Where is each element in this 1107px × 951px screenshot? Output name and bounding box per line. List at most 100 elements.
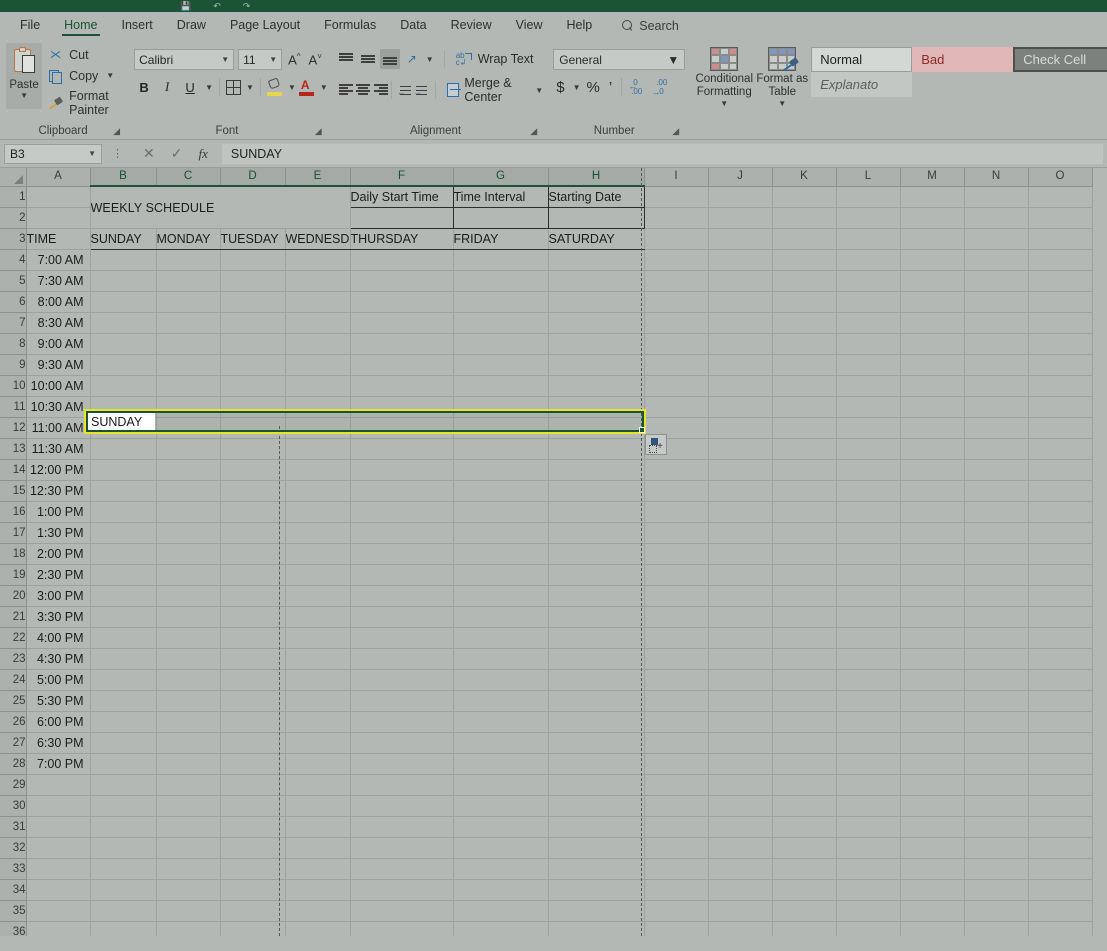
time-cell-10[interactable]: 10:00 AM (26, 375, 91, 397)
cell-l3[interactable] (836, 228, 901, 250)
cell-g5[interactable] (453, 270, 549, 292)
cell-f30[interactable] (350, 795, 454, 817)
cell-d31[interactable] (220, 816, 286, 838)
day-header-saturday[interactable]: SATURDAY (548, 228, 645, 250)
tab-formulas[interactable]: Formulas (312, 12, 388, 39)
cell-f27[interactable] (350, 732, 454, 754)
cell-o36[interactable] (1028, 921, 1093, 936)
cell-e35[interactable] (285, 900, 351, 922)
cell-m23[interactable] (900, 648, 965, 670)
cell-k7[interactable] (772, 312, 837, 334)
cell-b14[interactable] (90, 459, 157, 481)
column-header-f[interactable]: F (350, 168, 454, 187)
cell-e25[interactable] (285, 690, 351, 712)
cell-a30[interactable] (26, 795, 91, 817)
cell-k6[interactable] (772, 291, 837, 313)
row-header-34[interactable]: 34 (0, 879, 27, 901)
cell-e5[interactable] (285, 270, 351, 292)
column-header-c[interactable]: C (156, 168, 221, 187)
cell-o15[interactable] (1028, 480, 1093, 502)
cell-m33[interactable] (900, 858, 965, 880)
cell-k34[interactable] (772, 879, 837, 901)
column-header-h[interactable]: H (548, 168, 645, 187)
cell-e36[interactable] (285, 921, 351, 936)
cell-n16[interactable] (964, 501, 1029, 523)
time-cell-22[interactable]: 4:00 PM (26, 627, 91, 649)
chevron-down-icon[interactable]: ▼ (205, 83, 213, 92)
cell-n5[interactable] (964, 270, 1029, 292)
cell-j31[interactable] (708, 816, 773, 838)
column-header-d[interactable]: D (220, 168, 286, 187)
cell-o24[interactable] (1028, 669, 1093, 691)
cell-n34[interactable] (964, 879, 1029, 901)
row-header-2[interactable]: 2 (0, 207, 27, 229)
confirm-edit-icon[interactable]: ✓ (171, 145, 183, 162)
cell-g6[interactable] (453, 291, 549, 313)
cell-k2[interactable] (772, 207, 837, 229)
cell-o11[interactable] (1028, 396, 1093, 418)
cell-n7[interactable] (964, 312, 1029, 334)
cell-b20[interactable] (90, 585, 157, 607)
cell-f21[interactable] (350, 606, 454, 628)
cell-d30[interactable] (220, 795, 286, 817)
cell-k20[interactable] (772, 585, 837, 607)
time-cell-12[interactable]: 11:00 AM (26, 417, 91, 439)
cell-d6[interactable] (220, 291, 286, 313)
cell-o22[interactable] (1028, 627, 1093, 649)
font-name-select[interactable]: Calibri ▼ (134, 49, 235, 70)
param-value-h2[interactable] (547, 207, 645, 229)
cell-b28[interactable] (90, 753, 157, 775)
tab-help[interactable]: Help (555, 12, 605, 39)
cell-i27[interactable] (644, 732, 709, 754)
cell-j3[interactable] (708, 228, 773, 250)
cell-l22[interactable] (836, 627, 901, 649)
time-cell-9[interactable]: 9:30 AM (26, 354, 91, 376)
clipboard-dialog-launcher[interactable]: ◢ (113, 127, 122, 136)
cell-g31[interactable] (453, 816, 549, 838)
row-header-36[interactable]: 36 (0, 921, 27, 936)
cell-n13[interactable] (964, 438, 1029, 460)
cell-b9[interactable] (90, 354, 157, 376)
align-middle-icon[interactable] (358, 49, 378, 69)
cell-j13[interactable] (708, 438, 773, 460)
row-header-20[interactable]: 20 (0, 585, 27, 607)
cell-h28[interactable] (548, 753, 645, 775)
cell-m25[interactable] (900, 690, 965, 712)
time-cell-24[interactable]: 5:00 PM (26, 669, 91, 691)
cell-f12[interactable] (350, 417, 454, 439)
row-header-33[interactable]: 33 (0, 858, 27, 880)
cell-o35[interactable] (1028, 900, 1093, 922)
cell-b27[interactable] (90, 732, 157, 754)
cell-a34[interactable] (26, 879, 91, 901)
row-header-21[interactable]: 21 (0, 606, 27, 628)
cell-c14[interactable] (156, 459, 221, 481)
cell-b35[interactable] (90, 900, 157, 922)
cell-f15[interactable] (350, 480, 454, 502)
cell-m31[interactable] (900, 816, 965, 838)
cell-m7[interactable] (900, 312, 965, 334)
row-header-4[interactable]: 4 (0, 249, 27, 271)
column-header-k[interactable]: K (772, 168, 837, 187)
cell-f24[interactable] (350, 669, 454, 691)
bold-button[interactable]: B (134, 77, 154, 97)
cell-n9[interactable] (964, 354, 1029, 376)
time-cell-23[interactable]: 4:30 PM (26, 648, 91, 670)
cell-k27[interactable] (772, 732, 837, 754)
cell-a31[interactable] (26, 816, 91, 838)
row-header-9[interactable]: 9 (0, 354, 27, 376)
chevron-down-icon[interactable]: ▼ (573, 83, 581, 92)
cell-k16[interactable] (772, 501, 837, 523)
cell-j5[interactable] (708, 270, 773, 292)
cell-j30[interactable] (708, 795, 773, 817)
cell-o29[interactable] (1028, 774, 1093, 796)
cell-o23[interactable] (1028, 648, 1093, 670)
cell-c4[interactable] (156, 249, 221, 271)
cell-n24[interactable] (964, 669, 1029, 691)
day-header-sunday[interactable]: SUNDAY (90, 228, 157, 250)
cell-l16[interactable] (836, 501, 901, 523)
align-right-icon[interactable] (371, 80, 388, 100)
param-header-g1[interactable]: Time Interval (452, 185, 549, 208)
cell-h25[interactable] (548, 690, 645, 712)
row-header-11[interactable]: 11 (0, 396, 27, 418)
cell-i34[interactable] (644, 879, 709, 901)
